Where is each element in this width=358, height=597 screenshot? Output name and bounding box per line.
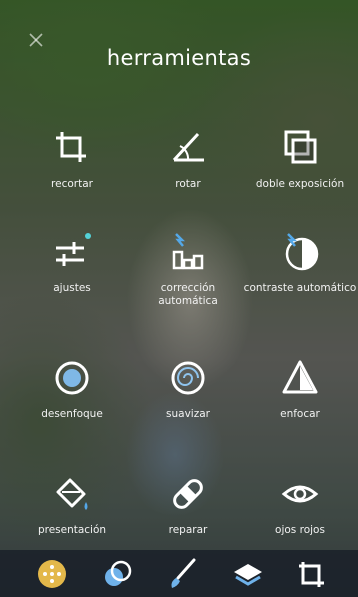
tool-crop[interactable]: recortar — [14, 126, 130, 191]
tool-adjust[interactable]: ajustes — [14, 230, 130, 295]
tool-red-eye[interactable]: ojos rojos — [242, 472, 358, 537]
tool-label: recortar — [51, 178, 93, 190]
tool-presentation[interactable]: presentación — [14, 472, 130, 537]
tool-label: rotar — [175, 178, 201, 190]
tool-label: doble exposición — [255, 178, 345, 190]
tool-label: enfocar — [280, 408, 320, 420]
paint-bucket-icon — [50, 472, 94, 516]
tool-label: reparar — [168, 524, 208, 536]
tool-label: corrección automática — [158, 282, 218, 307]
brush-icon[interactable] — [164, 556, 200, 592]
bottom-toolbar — [0, 550, 358, 597]
effects-icon[interactable] — [100, 556, 136, 592]
double-exposure-icon — [278, 126, 322, 170]
crop-frame-icon[interactable] — [294, 556, 330, 592]
tool-smooth[interactable]: suavizar — [130, 356, 246, 421]
tool-label: ajustes — [53, 282, 91, 294]
auto-contrast-icon — [278, 230, 322, 274]
tool-label: suavizar — [166, 408, 210, 420]
auto-fix-icon — [166, 230, 210, 274]
tool-auto-fix[interactable]: corrección automática — [130, 230, 246, 308]
tools-icon[interactable] — [34, 556, 70, 592]
tool-sharpen[interactable]: enfocar — [242, 356, 358, 421]
rotate-icon — [166, 126, 210, 170]
bandage-icon — [166, 472, 210, 516]
tool-auto-contrast[interactable]: contraste automático — [242, 230, 358, 295]
crop-icon — [50, 126, 94, 170]
page-title: herramientas — [106, 46, 252, 70]
tool-repair[interactable]: reparar — [130, 472, 246, 537]
blur-icon — [50, 356, 94, 400]
tool-rotate[interactable]: rotar — [130, 126, 246, 191]
tool-label: ojos rojos — [275, 524, 325, 536]
tool-double-exposure[interactable]: doble exposición — [242, 126, 358, 191]
smooth-icon — [166, 356, 210, 400]
eye-icon — [278, 472, 322, 516]
tool-label: desenfoque — [41, 408, 103, 420]
tool-label: presentación — [37, 524, 107, 536]
sharpen-icon — [278, 356, 322, 400]
layers-icon[interactable] — [230, 556, 266, 592]
adjust-icon — [50, 230, 94, 274]
tool-blur[interactable]: desenfoque — [14, 356, 130, 421]
tool-label: contraste automático — [243, 282, 357, 294]
